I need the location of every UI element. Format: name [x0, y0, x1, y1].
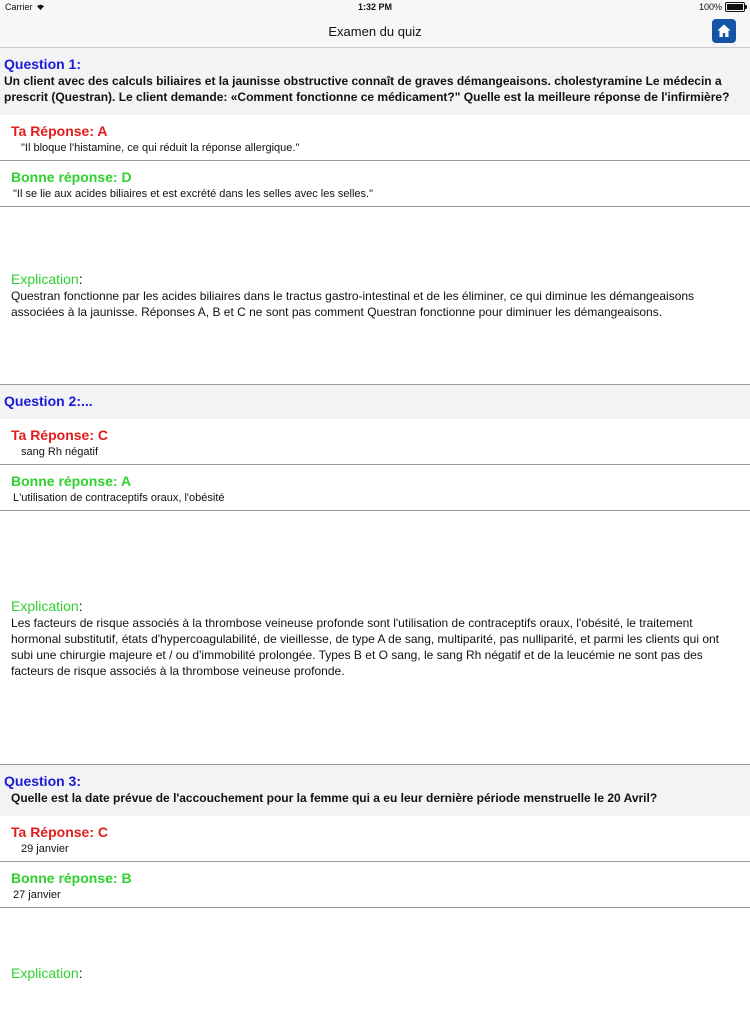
home-icon	[717, 24, 731, 37]
your-answer-letter: C	[97, 824, 108, 840]
explanation-text: Les facteurs de risque associés à la thr…	[11, 616, 720, 678]
page-title: Examen du quiz	[328, 24, 422, 39]
question-3-title: Question 3:	[4, 773, 82, 789]
question-2-title: Question 2:...	[4, 393, 93, 409]
correct-answer-caption: Bonne réponse:	[11, 169, 118, 185]
question-1-title: Question 1:	[4, 56, 82, 72]
your-answer-label: Ta Réponse: C	[11, 824, 739, 840]
question-1-text: Un client avec des calculs biliaires et …	[4, 74, 730, 104]
status-bar: Carrier 1:32 PM 100%	[0, 0, 750, 16]
correct-answer-caption: Bonne réponse:	[11, 473, 118, 489]
correct-answer-text: 27 janvier	[13, 889, 61, 901]
question-3-your-answer: Ta Réponse: C 29 janvier	[0, 816, 750, 862]
correct-answer-text: "Il se lie aux acides biliaires et est e…	[13, 188, 373, 200]
correct-answer-label: Bonne réponse: A	[11, 473, 739, 489]
your-answer-label: Ta Réponse: A	[11, 123, 739, 139]
correct-answer-label: Bonne réponse: B	[11, 870, 739, 886]
home-button[interactable]	[712, 19, 736, 43]
battery-percent: 100%	[698, 2, 722, 12]
explanation-label: Explication:	[11, 271, 83, 287]
correct-answer-letter: B	[121, 870, 132, 886]
explanation-text: Questran fonctionne par les acides bilia…	[11, 289, 695, 319]
question-3-header: Question 3: Quelle est la date prévue de…	[0, 765, 750, 816]
explanation-caption: Explication	[11, 598, 79, 614]
your-answer-text: sang Rh négatif	[21, 446, 99, 458]
explanation-caption: Explication	[11, 965, 79, 981]
your-answer-letter: C	[97, 427, 108, 443]
your-answer-caption: Ta Réponse:	[11, 123, 94, 139]
correct-answer-label: Bonne réponse: D	[11, 169, 739, 185]
question-1-your-answer: Ta Réponse: A "Il bloque l'histamine, ce…	[0, 115, 750, 161]
question-2-correct-answer: Bonne réponse: A L'utilisation de contra…	[0, 465, 750, 511]
question-3-correct-answer: Bonne réponse: B 27 janvier	[0, 862, 750, 908]
explanation-label: Explication:	[11, 965, 83, 981]
your-answer-text: "Il bloque l'histamine, ce qui réduit la…	[21, 142, 300, 154]
question-3-text: Quelle est la date prévue de l'accouchem…	[11, 791, 658, 805]
question-2-your-answer: Ta Réponse: C sang Rh négatif	[0, 419, 750, 465]
battery-fill	[727, 4, 743, 10]
question-3-explanation: Explication:	[0, 908, 750, 1028]
your-answer-letter: A	[97, 123, 108, 139]
your-answer-caption: Ta Réponse:	[11, 824, 94, 840]
quiz-review-list: Question 1: Un client avec des calculs b…	[0, 48, 750, 1028]
correct-answer-letter: A	[120, 473, 132, 489]
correct-answer-text: L'utilisation de contraceptifs oraux, l'…	[13, 492, 225, 504]
question-1-header: Question 1: Un client avec des calculs b…	[0, 48, 750, 115]
question-2-explanation: Explication: Les facteurs de risque asso…	[0, 511, 750, 765]
navigation-bar: Examen du quiz	[0, 16, 750, 48]
question-1-correct-answer: Bonne réponse: D "Il se lie aux acides b…	[0, 161, 750, 207]
explanation-caption: Explication	[11, 271, 79, 287]
correct-answer-letter: D	[121, 169, 132, 185]
your-answer-label: Ta Réponse: C	[11, 427, 739, 443]
battery-area: 100%	[698, 2, 747, 12]
question-2-header: Question 2:...	[0, 385, 750, 419]
correct-answer-caption: Bonne réponse:	[11, 870, 118, 886]
explanation-label: Explication:	[11, 598, 83, 614]
status-time: 1:32 PM	[357, 2, 392, 12]
battery-icon	[725, 2, 747, 12]
your-answer-caption: Ta Réponse:	[11, 427, 94, 443]
question-1-explanation: Explication: Questran fonctionne par les…	[0, 207, 750, 385]
your-answer-text: 29 janvier	[21, 843, 69, 855]
